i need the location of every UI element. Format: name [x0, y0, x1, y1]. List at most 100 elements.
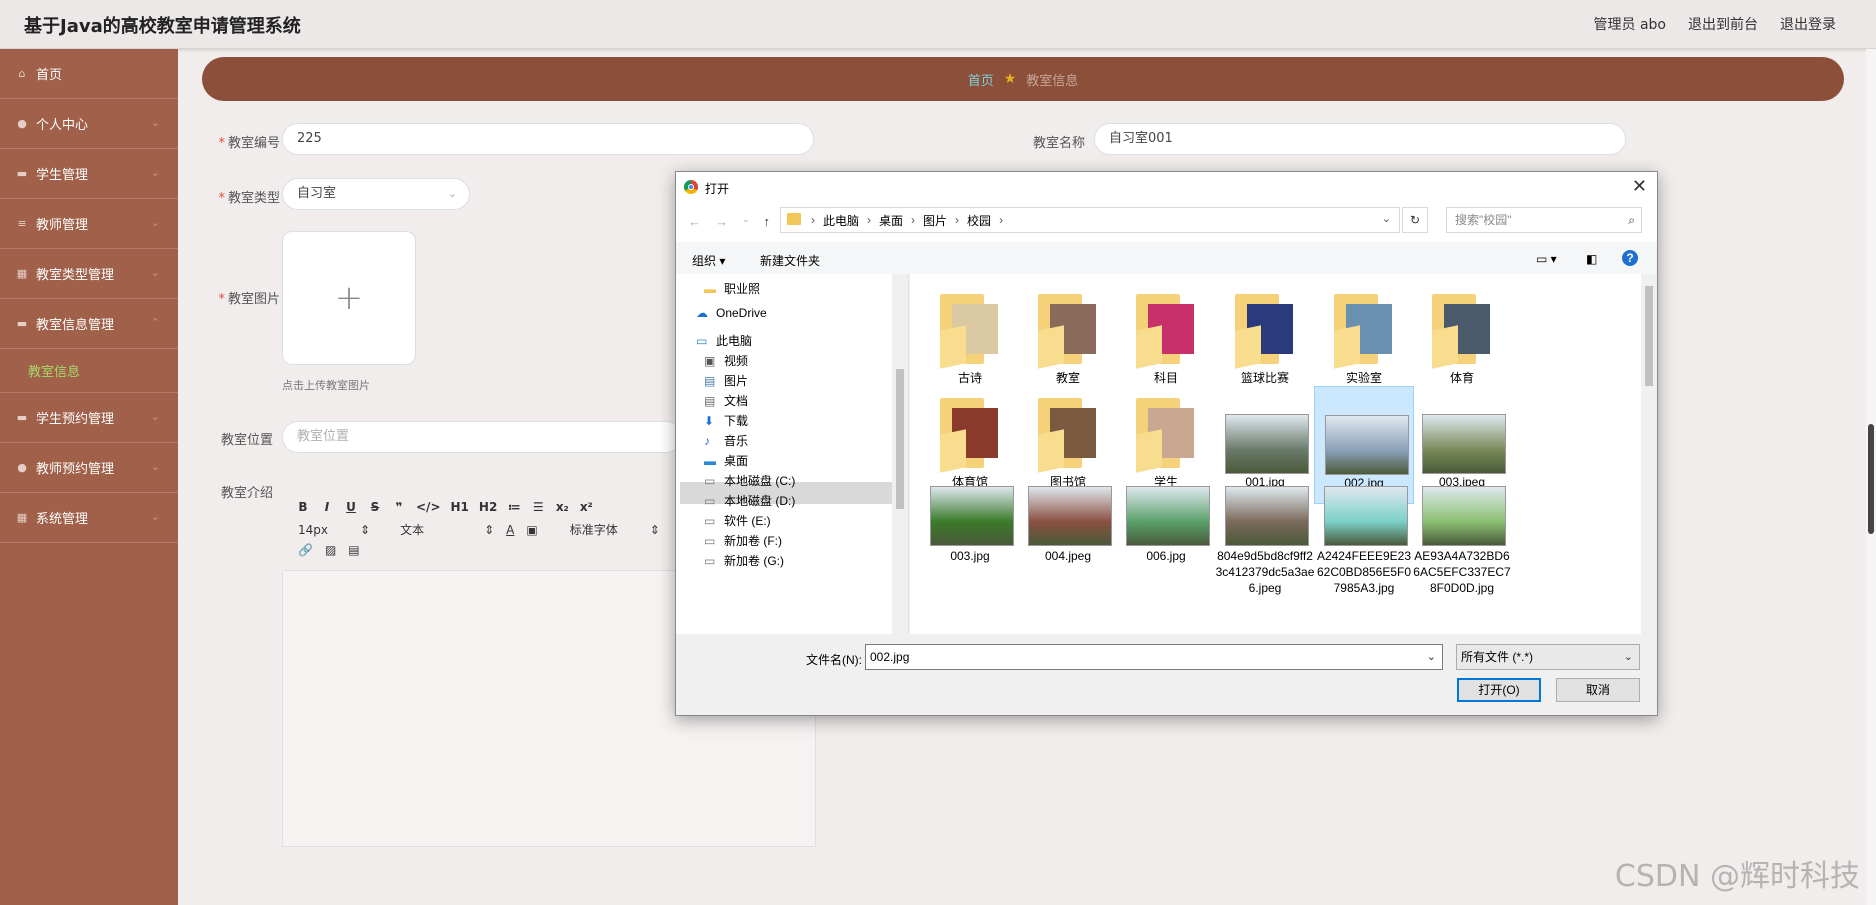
download-icon: ⬇ — [704, 413, 715, 428]
breadcrumb-home[interactable]: 首页 — [968, 70, 994, 89]
tree-item[interactable]: ▬ 桌面 — [704, 452, 748, 469]
sidebar-item-profile[interactable]: ● 个人中心 ⌄ — [0, 99, 178, 149]
ordered-list-button[interactable]: ≔ — [507, 500, 521, 514]
help-icon[interactable]: ? — [1622, 250, 1638, 266]
file-item[interactable]: 006.jpg — [1116, 482, 1216, 600]
bullet-list-button[interactable]: ☰ — [531, 500, 545, 514]
underline-button[interactable]: U — [344, 500, 358, 514]
search-input[interactable]: 搜索"校园" ⌕ — [1446, 207, 1642, 233]
tree-item[interactable]: ▣ 视频 — [704, 352, 748, 369]
room-name-input[interactable]: 自习室001 — [1094, 123, 1626, 155]
scrollbar-thumb[interactable] — [1868, 424, 1874, 534]
dialog-nav-row: ← → ⌄ ↑ › 此电脑 › 桌面 › 图片 › 校园 › ⌄ ↻ 搜索"校园… — [676, 202, 1657, 242]
new-folder-button[interactable]: 新建文件夹 — [760, 252, 820, 269]
subscript-button[interactable]: x₂ — [555, 500, 569, 514]
tree-item[interactable]: ♪ 音乐 — [704, 432, 748, 449]
h2-button[interactable]: H2 — [479, 500, 497, 514]
tree-item[interactable]: ▬ 职业照 — [704, 280, 760, 297]
view-icon[interactable]: ▭ ▾ — [1536, 252, 1557, 266]
bold-button[interactable]: B — [296, 500, 310, 514]
bg-color-icon[interactable]: ▣ — [526, 523, 537, 537]
folder-icon — [940, 398, 1000, 473]
italic-button[interactable]: I — [320, 500, 334, 514]
tree-item[interactable]: ☁ OneDrive — [696, 306, 767, 320]
address-bar[interactable]: › 此电脑 › 桌面 › 图片 › 校园 › ⌄ — [780, 207, 1400, 233]
folder-item[interactable]: 科目 — [1116, 282, 1216, 400]
image-upload-box[interactable]: + — [282, 231, 416, 365]
image-thumbnail — [1422, 486, 1506, 546]
h1-button[interactable]: H1 — [451, 500, 469, 514]
sidebar-item-system[interactable]: ▦ 系统管理 ⌄ — [0, 493, 178, 543]
file-item[interactable]: 004.jpeg — [1018, 482, 1118, 600]
preview-pane-icon[interactable]: ◧ — [1586, 252, 1597, 266]
file-item[interactable]: A2424FEEE9E2362C0BD856E5F07985A3.jpg — [1314, 482, 1414, 600]
tree-item[interactable]: ▭ 本地磁盘 (D:) — [704, 492, 795, 509]
strike-button[interactable]: S — [368, 500, 382, 514]
image-icon[interactable]: ▨ — [325, 543, 336, 557]
sidebar-item-room-types[interactable]: ▦ 教室类型管理 ⌄ — [0, 249, 178, 299]
code-button[interactable]: </> — [416, 500, 441, 514]
room-number-input[interactable]: 225 — [282, 123, 814, 155]
file-scrollbar[interactable] — [1641, 274, 1657, 634]
tree-item[interactable]: ⬇ 下载 — [704, 412, 748, 429]
up-arrow-icon[interactable]: ↑ — [764, 214, 771, 229]
filetype-select[interactable]: 所有文件 (*.*) ⌄ — [1456, 644, 1640, 670]
sidebar-item-teachers[interactable]: ≡ 教师管理 ⌄ — [0, 199, 178, 249]
sidebar-item-teacher-booking[interactable]: ● 教师预约管理 ⌄ — [0, 443, 178, 493]
nav-scrollbar[interactable] — [892, 274, 908, 634]
link-icon[interactable]: 🔗 — [298, 543, 313, 557]
path-segment[interactable]: 校园 — [967, 212, 991, 229]
folder-item[interactable]: 体育 — [1412, 282, 1512, 400]
blockquote-button[interactable]: ❞ — [392, 500, 406, 514]
superscript-button[interactable]: x² — [579, 500, 593, 514]
room-type-select[interactable]: 自习室 ⌄ — [282, 178, 470, 210]
folder-item[interactable]: 教室 — [1018, 282, 1118, 400]
close-icon[interactable]: ✕ — [1632, 176, 1647, 197]
font-family-select[interactable]: 标准字体 — [570, 521, 618, 538]
refresh-icon[interactable]: ↻ — [1402, 207, 1428, 233]
text-style-select[interactable]: 文本 — [400, 521, 424, 538]
tree-item[interactable]: ▭ 新加卷 (F:) — [704, 532, 782, 549]
chevron-down-icon[interactable]: ⌄ — [1382, 212, 1391, 225]
font-color-icon[interactable]: A — [506, 523, 514, 537]
chrome-icon — [684, 180, 698, 194]
scrollbar-thumb[interactable] — [1645, 286, 1653, 386]
file-item[interactable]: 804e9d5bd8cf9ff23c412379dc5a3ae6.jpeg — [1215, 482, 1315, 600]
forward-arrow-icon[interactable]: → — [715, 214, 728, 229]
cancel-button[interactable]: 取消 — [1556, 678, 1640, 702]
sidebar-item-home[interactable]: ⌂ 首页 — [0, 49, 178, 99]
tree-item[interactable]: ▭ 软件 (E:) — [704, 512, 771, 529]
video-icon[interactable]: ▤ — [348, 543, 359, 557]
folder-item[interactable]: 古诗 — [920, 282, 1020, 400]
file-item[interactable]: AE93A4A732BD66AC5EFC337EC78F0D0D.jpg — [1412, 482, 1512, 600]
tree-item[interactable]: ▭ 本地磁盘 (C:) — [704, 472, 795, 489]
tree-item[interactable]: ▤ 文档 — [704, 392, 748, 409]
tree-item[interactable]: ▭ 新加卷 (G:) — [704, 552, 784, 569]
folder-item[interactable]: 实验室 — [1314, 282, 1414, 400]
tree-item[interactable]: ▭ 此电脑 — [696, 332, 752, 349]
path-segment[interactable]: 图片 — [923, 212, 947, 229]
folder-front-shape — [1334, 325, 1360, 369]
organize-button[interactable]: 组织 ▾ — [692, 252, 725, 269]
sidebar-subitem-room-info[interactable]: 教室信息 — [0, 349, 178, 393]
folder-item[interactable]: 篮球比赛 — [1215, 282, 1315, 400]
sidebar-item-student-booking[interactable]: ▬ 学生预约管理 ⌄ — [0, 393, 178, 443]
location-input[interactable]: 教室位置 — [282, 421, 682, 453]
sidebar-item-students[interactable]: ▬ 学生管理 ⌄ — [0, 149, 178, 199]
logout-link[interactable]: 退出登录 — [1780, 14, 1836, 34]
sidebar-item-room-info[interactable]: ▬ 教室信息管理 ⌃ — [0, 299, 178, 349]
filename-input[interactable]: 002.jpg ⌄ — [865, 644, 1443, 670]
open-button[interactable]: 打开(O) — [1457, 678, 1541, 702]
font-size-select[interactable]: 14px — [298, 523, 328, 537]
path-segment[interactable]: 桌面 — [879, 212, 903, 229]
chevron-down-icon[interactable]: ⌄ — [742, 214, 750, 229]
tree-item[interactable]: ▤ 图片 — [704, 372, 748, 389]
admin-user-link[interactable]: 管理员 abo — [1594, 14, 1666, 34]
back-to-front-link[interactable]: 退出到前台 — [1688, 14, 1758, 34]
page-scrollbar[interactable] — [1866, 49, 1876, 905]
file-item[interactable]: 003.jpg — [920, 482, 1020, 600]
path-segment[interactable]: 此电脑 — [823, 212, 859, 229]
scrollbar-thumb[interactable] — [896, 369, 904, 509]
back-arrow-icon[interactable]: ← — [688, 214, 701, 229]
chevron-down-icon[interactable]: ⌄ — [1427, 645, 1436, 669]
